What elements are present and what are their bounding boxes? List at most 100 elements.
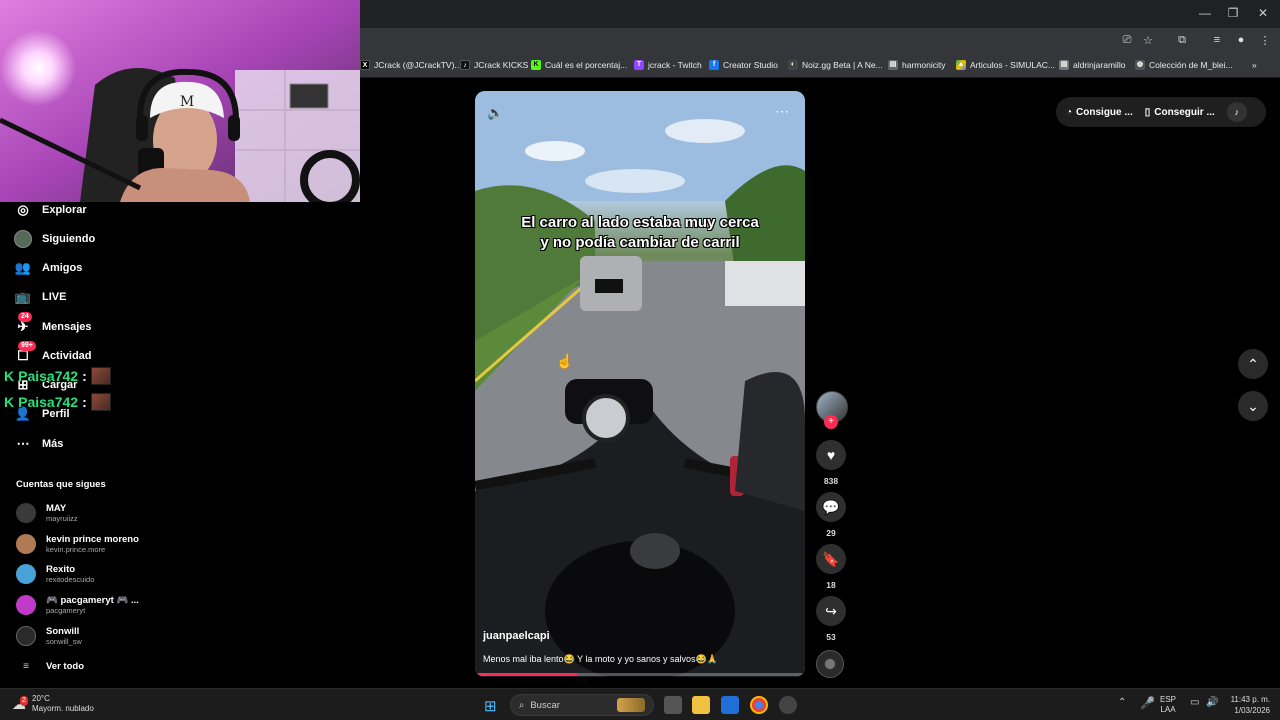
cloud-icon: ☁ 2	[12, 696, 28, 712]
file-explorer-icon[interactable]	[692, 696, 710, 714]
nav-mas[interactable]: ⋯ Más	[14, 435, 64, 453]
streamer-camera-image: M	[0, 0, 360, 202]
clock[interactable]: 11:43 p. m. 1/03/2026	[1222, 694, 1270, 716]
comment-icon: 💬	[816, 492, 846, 522]
follow-plus-icon[interactable]: +	[824, 415, 838, 429]
task-view-icon[interactable]	[664, 696, 682, 714]
creator-avatar-button[interactable]: +	[816, 391, 848, 437]
globe-icon: ◍	[1135, 60, 1145, 70]
kick-icon: K	[531, 60, 541, 70]
following-account[interactable]: 🎮 pacgameryt 🎮 ... pacgameryt	[16, 595, 139, 615]
bookmark-icon: 🔖	[816, 544, 846, 574]
following-account[interactable]: Sonwill sonwill_sw	[16, 626, 82, 646]
video-frame-image	[475, 91, 805, 677]
bookmarks-overflow-button[interactable]: »	[1252, 60, 1257, 70]
bookmark-item[interactable]: ▲ Articulos - SIMULAC...	[956, 60, 1055, 70]
bookmark-item[interactable]: ◍ Colección de M_blei...	[1135, 60, 1233, 70]
noiz-icon: ◐	[788, 60, 798, 70]
bookmark-item[interactable]: f Creator Studio	[709, 60, 778, 70]
language-indicator[interactable]: ESP LAA	[1160, 695, 1176, 715]
share-icon: ↪	[816, 596, 846, 626]
nav-explorar[interactable]: ◎ Explorar	[14, 201, 86, 219]
search-icon: ⌕	[519, 699, 525, 711]
close-icon[interactable]: ✕	[1248, 6, 1278, 20]
like-button[interactable]: ♥ 838	[816, 440, 846, 486]
nav-siguiendo[interactable]: Siguiendo	[14, 230, 95, 248]
nav-live[interactable]: 📺 LIVE	[14, 288, 67, 306]
video-description: Menos mal iba lento😂 Y la moto y yo sano…	[483, 654, 718, 664]
more-icon: ⋯	[16, 436, 30, 451]
following-avatar-icon	[14, 230, 32, 248]
page-icon: ▤	[1059, 60, 1069, 70]
windows-taskbar: ☁ 2 20°C Mayorm. nublado ⊞ ⌕ Buscar ⌃ 🎤 ES…	[0, 688, 1280, 720]
page-icon: ▤	[888, 60, 898, 70]
hand-cursor-icon: ☝	[556, 353, 574, 369]
phone-icon: ▯	[1144, 106, 1151, 118]
obs-icon[interactable]	[779, 696, 797, 714]
profile-avatar-icon[interactable]: ●	[1232, 34, 1250, 46]
video-author[interactable]: juanpaelcapi	[483, 630, 550, 642]
video-more-icon[interactable]: ⋯	[775, 103, 789, 120]
live-tv-icon: 📺	[14, 289, 32, 304]
chrome-icon[interactable]	[750, 696, 768, 714]
cast-icon[interactable]: ⎚	[1118, 34, 1136, 47]
bookmark-item[interactable]: ▤ harmonicity	[888, 60, 945, 70]
maximize-icon[interactable]: ❐	[1218, 6, 1248, 20]
following-account[interactable]: Rexito rexitodescuido	[16, 564, 94, 584]
see-all-link[interactable]: ≡ Ver todo	[16, 661, 84, 672]
avatar	[16, 534, 36, 554]
avatar	[16, 564, 36, 584]
music-disc-icon	[816, 650, 844, 678]
network-icon[interactable]: ▭	[1190, 697, 1199, 708]
comment-button[interactable]: 💬 29	[816, 492, 846, 538]
extensions-icon[interactable]: ⧉	[1173, 34, 1191, 47]
messages-icon: ✈ 24	[14, 312, 32, 336]
previous-video-button[interactable]: ⌃	[1238, 349, 1268, 379]
kebab-menu-icon[interactable]: ⋮	[1256, 34, 1274, 47]
outlook-icon[interactable]	[721, 696, 739, 714]
activity-badge: 99+	[18, 341, 36, 351]
star-icon[interactable]: ☆	[1139, 34, 1157, 47]
chat-message: K Paisa742 :	[4, 393, 111, 411]
video-player[interactable]: 🔈 ⋯ El carro al lado estaba muy cerca y …	[475, 91, 805, 677]
user-avatar[interactable]: ♪	[1226, 102, 1247, 122]
share-button[interactable]: ↪ 53	[816, 596, 846, 642]
bookmark-item[interactable]: ◐ Noiz.gg Beta | A Ne...	[788, 60, 883, 70]
get-app-button[interactable]: ▯ Conseguir ...	[1145, 107, 1215, 118]
volume-tray-icon[interactable]: 🔊	[1206, 697, 1218, 708]
facebook-icon: f	[709, 60, 719, 70]
taskbar-search[interactable]: ⌕ Buscar	[510, 694, 654, 716]
microphone-icon[interactable]: 🎤	[1140, 696, 1155, 710]
bookmark-item[interactable]: ▤ aldrinjaramillo	[1059, 60, 1125, 70]
following-account[interactable]: kevin prince moreno kevin.prince.more	[16, 534, 139, 554]
drive-icon: ▲	[956, 60, 966, 70]
save-button[interactable]: 🔖 18	[816, 544, 846, 590]
nav-actividad[interactable]: ☐ 99+ Actividad	[14, 341, 92, 365]
bookmark-item[interactable]: K Cuál es el porcentaj...	[531, 60, 627, 70]
bookmark-item[interactable]: X JCrack (@JCrackTV)...	[360, 60, 462, 70]
video-progress-fill	[475, 673, 578, 676]
coin-icon: ◔	[1066, 106, 1073, 118]
get-coins-button[interactable]: ◔ Consigue ...	[1066, 107, 1133, 118]
nav-amigos[interactable]: 👥 Amigos	[14, 259, 82, 277]
minimize-icon[interactable]: —	[1190, 6, 1220, 20]
video-progress-bar[interactable]	[475, 673, 805, 676]
chevron-down-icon: ⌄	[1247, 397, 1259, 414]
bookmark-item[interactable]: Tjcrack - Twitch	[634, 60, 702, 70]
chat-emote	[90, 367, 111, 385]
weather-widget[interactable]: ☁ 2 20°C Mayorm. nublado	[12, 694, 94, 714]
next-video-button[interactable]: ⌄	[1238, 391, 1268, 421]
sound-disc-button[interactable]	[816, 650, 846, 678]
nav-mensajes[interactable]: ✈ 24 Mensajes	[14, 312, 92, 336]
volume-icon[interactable]: 🔈	[487, 105, 503, 121]
tray-chevron-icon[interactable]: ⌃	[1118, 697, 1126, 708]
windows-start-icon[interactable]: ⊞	[484, 697, 500, 715]
list-icon: ≡	[23, 661, 29, 672]
kick-icon: K	[4, 368, 15, 384]
twitch-icon: T	[634, 60, 644, 70]
svg-text:M: M	[180, 94, 194, 110]
messages-badge: 24	[18, 312, 32, 322]
bookmark-item[interactable]: ♪ JCrack KICKS	[460, 60, 528, 70]
following-account[interactable]: MAY mayruiizz	[16, 503, 78, 523]
media-icon[interactable]: ≡	[1208, 34, 1226, 46]
